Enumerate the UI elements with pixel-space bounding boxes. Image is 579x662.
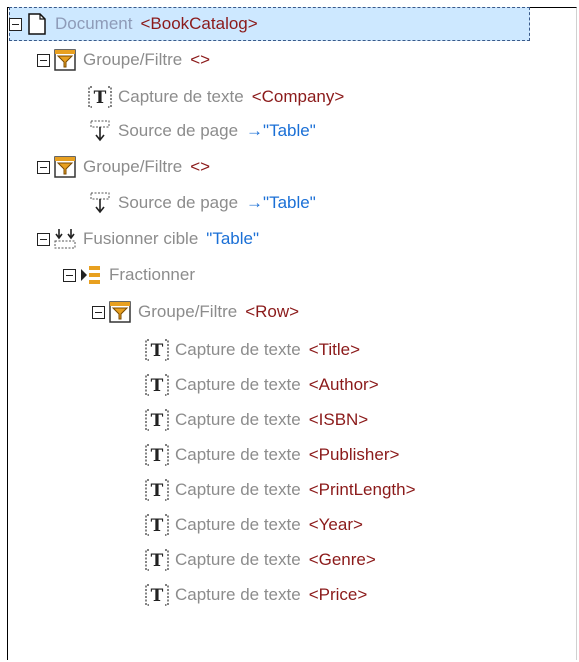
collapse-toggle[interactable] [63,268,76,282]
tree-node-group-filter[interactable]: Groupe/Filtre <> [37,150,210,184]
node-kind: Capture de texte [175,550,301,569]
svg-text:T: T [151,516,164,536]
filter-icon [108,300,132,324]
tree-node-text-capture[interactable]: T Capture de texte <PrintLength> [145,473,416,507]
collapse-toggle[interactable] [9,17,22,31]
svg-text:T: T [151,551,164,571]
node-value: <> [190,50,211,69]
svg-text:T: T [151,446,164,466]
text-capture-icon: T [145,548,169,572]
svg-text:T: T [151,376,164,396]
node-kind: Source de page [118,121,239,140]
filter-icon [53,155,77,179]
node-kind: Capture de texte [175,445,301,464]
node-kind: Fractionner [109,265,195,284]
node-kind: Groupe/Filtre [83,157,183,176]
text-capture-icon: T [145,478,169,502]
tree-node-text-capture[interactable]: T Capture de texte <Publisher> [145,438,399,472]
filter-icon [53,48,77,72]
node-value: <Price> [308,585,368,604]
merge-icon [53,227,77,251]
collapse-toggle[interactable] [92,305,105,319]
svg-text:T: T [151,586,164,606]
node-kind: Capture de texte [175,585,301,604]
text-capture-icon: T [88,85,112,109]
page-source-icon [88,119,112,143]
node-value: <BookCatalog> [140,14,258,33]
node-value: →"Table" [246,121,316,140]
svg-text:T: T [151,411,164,431]
split-icon [79,263,103,287]
tree-node-merge-target[interactable]: Fusionner cible "Table" [37,222,259,256]
node-value: <Author> [308,375,379,394]
node-kind: Capture de texte [175,375,301,394]
node-kind: Source de page [118,193,239,212]
tree-node-page-source[interactable]: Source de page →"Table" [88,186,316,220]
node-kind: Capture de texte [175,515,301,534]
text-capture-icon: T [145,513,169,537]
svg-text:T: T [151,481,164,501]
tree-node-document[interactable]: Document <BookCatalog> [9,7,530,41]
node-value: <Company> [251,87,345,106]
tree-node-text-capture[interactable]: T Capture de texte <Genre> [145,543,376,577]
node-value: →"Table" [246,193,316,212]
text-capture-icon: T [145,373,169,397]
page-source-icon [88,191,112,215]
tree-node-text-capture[interactable]: T Capture de texte <Company> [88,80,344,114]
node-value: <Year> [308,515,363,534]
tree-node-text-capture[interactable]: T Capture de texte <ISBN> [145,403,368,437]
node-kind: Fusionner cible [83,229,199,248]
tree-node-text-capture[interactable]: T Capture de texte <Year> [145,508,363,542]
text-capture-icon: T [145,583,169,607]
svg-text:T: T [94,88,107,108]
node-kind: Document [55,14,133,33]
node-kind: Groupe/Filtre [138,302,238,321]
node-kind: Capture de texte [175,340,301,359]
node-value: <ISBN> [308,410,369,429]
collapse-toggle[interactable] [37,160,50,174]
node-kind: Capture de texte [118,87,244,106]
node-kind: Capture de texte [175,410,301,429]
node-value: <PrintLength> [308,480,416,499]
tree-node-group-filter[interactable]: Groupe/Filtre <> [37,43,210,77]
text-capture-icon: T [145,408,169,432]
node-kind: Capture de texte [175,480,301,499]
text-capture-icon: T [145,443,169,467]
node-value: <Row> [245,302,300,321]
node-value: <> [190,157,211,176]
node-value: <Publisher> [308,445,400,464]
tree-node-text-capture[interactable]: T Capture de texte <Author> [145,368,379,402]
node-value: "Table" [206,229,259,248]
tree-node-text-capture[interactable]: T Capture de texte <Price> [145,578,367,612]
node-kind: Groupe/Filtre [83,50,183,69]
node-value: <Title> [308,340,361,359]
node-value: <Genre> [308,550,376,569]
collapse-toggle[interactable] [37,53,50,67]
tree-node-page-source[interactable]: Source de page →"Table" [88,114,316,148]
tree-node-text-capture[interactable]: T Capture de texte <Title> [145,333,360,367]
text-capture-icon: T [145,338,169,362]
tree-node-group-filter[interactable]: Groupe/Filtre <Row> [92,295,299,329]
document-icon [25,12,49,36]
collapse-toggle[interactable] [37,232,50,246]
svg-text:T: T [151,341,164,361]
tree-node-split[interactable]: Fractionner [63,258,203,292]
